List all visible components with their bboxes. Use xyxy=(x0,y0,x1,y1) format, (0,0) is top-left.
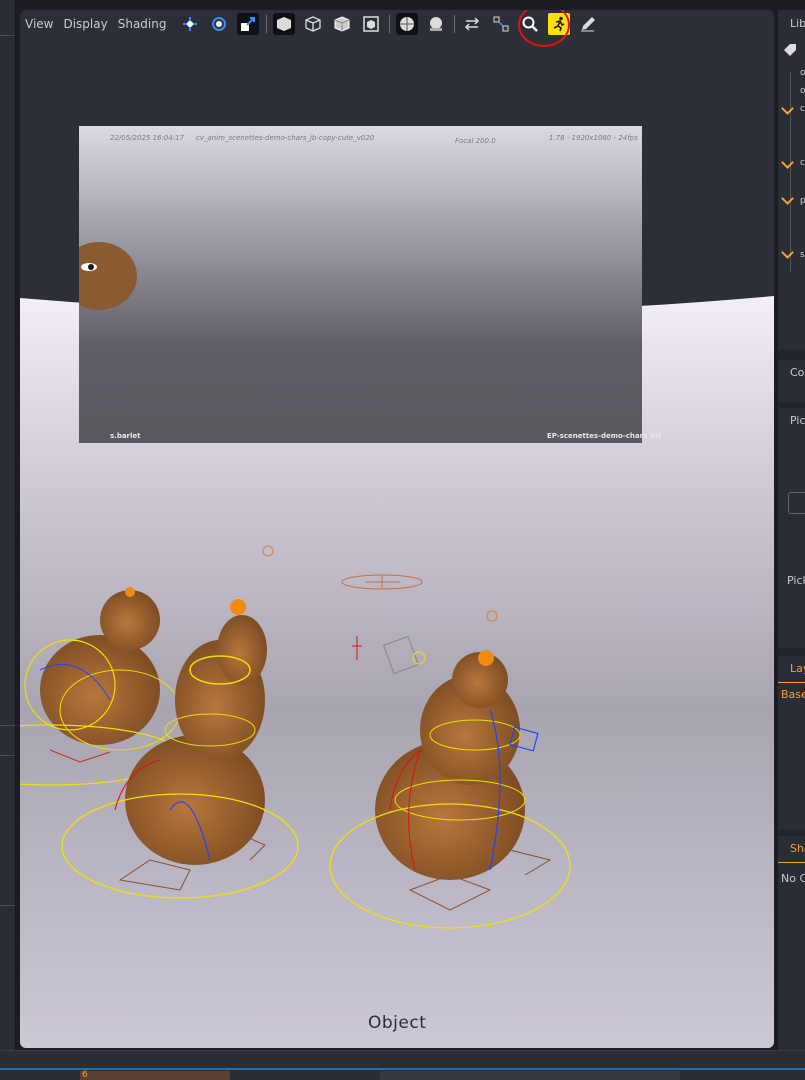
picker-label: Pick xyxy=(787,574,805,587)
tree-item[interactable]: s xyxy=(800,250,805,260)
toolbar-divider xyxy=(389,15,391,33)
tab-library[interactable]: Libr xyxy=(790,17,805,30)
joints-icon[interactable] xyxy=(490,13,512,35)
tab-picker[interactable]: Pic xyxy=(790,414,805,427)
tag-icon[interactable] xyxy=(782,42,798,58)
toolbar-divider xyxy=(266,15,268,33)
library-section: Libr o o c c p s xyxy=(778,10,805,350)
tab-shots[interactable]: Sho xyxy=(790,842,805,855)
capybara-head-in-camera xyxy=(79,242,137,310)
frame-cube-icon[interactable] xyxy=(360,13,382,35)
tree-item[interactable]: o xyxy=(800,86,805,96)
toolbar-divider xyxy=(454,15,456,33)
tree-item[interactable]: o xyxy=(800,68,805,78)
chevron-down-icon[interactable] xyxy=(781,246,794,259)
divider xyxy=(0,35,15,36)
layer-base[interactable]: Base xyxy=(781,688,805,701)
menu-view[interactable]: View xyxy=(20,17,58,31)
wireframe-cube-icon[interactable] xyxy=(302,13,324,35)
tree-item[interactable]: c xyxy=(800,104,805,114)
left-panel-strip xyxy=(0,0,16,1050)
timeline[interactable]: 6 xyxy=(0,1050,805,1080)
viewport-toolbar: View Display Shading xyxy=(20,10,774,47)
tree-item[interactable]: p xyxy=(800,196,805,206)
overlay-shot: EP-scenettes-demo-chars SH xyxy=(547,432,661,440)
solid-cube-icon[interactable] xyxy=(273,13,296,35)
scale-icon[interactable] xyxy=(237,13,260,35)
camera-view-overlay: 22/05/2025 16:04:17 cv_anim_scenettes-de… xyxy=(79,126,661,443)
no-content-label: No C xyxy=(781,872,805,885)
overlay-date: 22/05/2025 16:04:17 xyxy=(110,134,185,142)
tab-underline xyxy=(778,862,805,863)
right-panel: Libr o o c c p s Co Pic Pick Lay Base Sh… xyxy=(778,10,805,1050)
picker-field[interactable] xyxy=(788,492,805,514)
co-section: Co xyxy=(778,360,805,402)
overlay-scene: cv_anim_scenettes-demo-chars_jb-copy-cut… xyxy=(196,134,375,142)
overlay-format: 1.78 - 1920x1080 - 24fps xyxy=(549,134,638,142)
chevron-down-icon[interactable] xyxy=(781,156,794,169)
picker-section: Pic Pick xyxy=(778,408,805,648)
divider xyxy=(0,725,15,726)
pencil-icon[interactable] xyxy=(577,13,599,35)
tree-line xyxy=(790,72,791,272)
tab-underline xyxy=(778,682,805,683)
overlay-focal: Focal 200.0 xyxy=(455,137,496,145)
tab-co[interactable]: Co xyxy=(790,366,804,379)
tab-layers[interactable]: Lay xyxy=(790,662,805,675)
divider xyxy=(0,755,15,756)
shaded-cube-icon[interactable] xyxy=(331,13,353,35)
3d-viewport[interactable]: View Display Shading 22/05/2025 16:04:17… xyxy=(20,10,774,1048)
chevron-down-icon[interactable] xyxy=(781,192,794,205)
divider xyxy=(0,905,15,906)
overlay-user: s.barlet xyxy=(110,432,141,440)
move-icon[interactable] xyxy=(179,13,201,35)
checker-icon[interactable] xyxy=(396,13,419,35)
swap-icon[interactable] xyxy=(461,13,483,35)
menu-display[interactable]: Display xyxy=(58,17,112,31)
tree-item[interactable]: c xyxy=(800,158,805,168)
timeline-track xyxy=(0,1068,805,1070)
shots-section: Sho No C xyxy=(778,836,805,1050)
layers-section: Lay Base xyxy=(778,656,805,830)
menu-shading[interactable]: Shading xyxy=(113,17,172,31)
interaction-mode-label: Object xyxy=(368,1013,427,1033)
chevron-down-icon[interactable] xyxy=(781,102,794,115)
rotate-icon[interactable] xyxy=(208,13,230,35)
lighting-icon[interactable] xyxy=(425,13,447,35)
